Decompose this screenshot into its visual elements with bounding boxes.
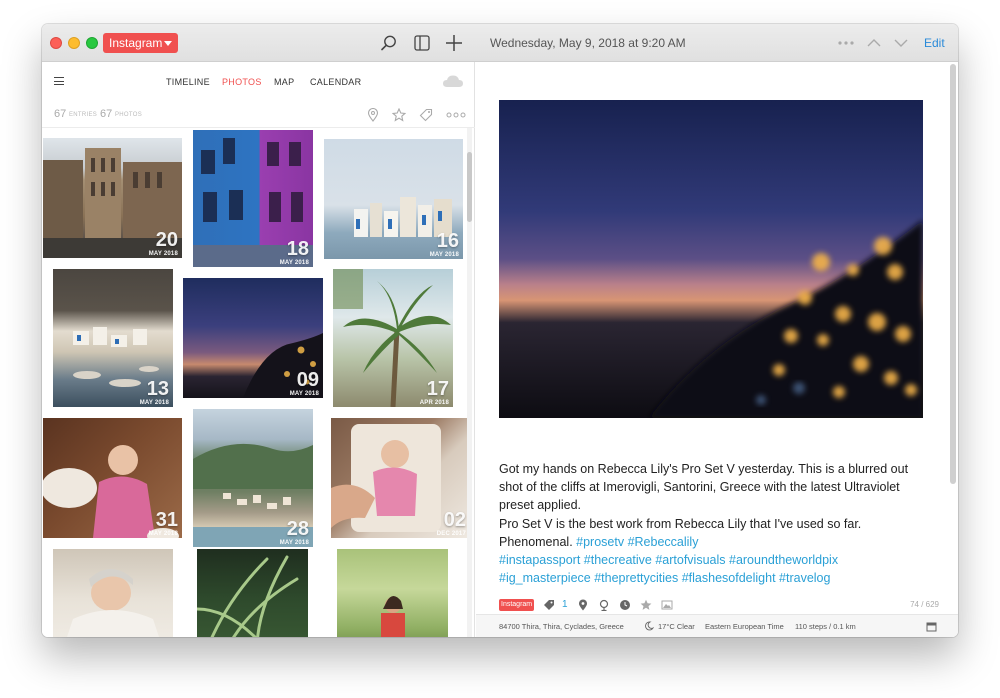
photo-tile[interactable]: 28 MAY 2018 bbox=[193, 409, 313, 547]
plant-leaves-art bbox=[197, 555, 299, 637]
star-icon[interactable] bbox=[640, 599, 652, 611]
photo-day: 31 bbox=[155, 509, 178, 531]
word-count: 74 / 629 bbox=[910, 600, 939, 609]
stats-bar: 67 ENTRIES 67 PHOTOS bbox=[42, 102, 475, 128]
photo-day: 02 bbox=[443, 509, 466, 531]
photo-tile[interactable]: 31 MAY 2018 bbox=[43, 418, 182, 538]
photo-day: 09 bbox=[296, 369, 319, 391]
entry-photo[interactable] bbox=[499, 100, 923, 418]
entry-hashtags-inline[interactable]: #prosetv #Rebeccalily bbox=[576, 535, 698, 549]
blurred-cliffs-photo bbox=[499, 100, 923, 418]
entry-pane: Got my hands on Rebecca Lily's Pro Set V… bbox=[476, 62, 958, 637]
entry-meta-bar: Instagram 1 74 / 629 bbox=[499, 596, 939, 616]
photo-month: MAY 2018 bbox=[148, 251, 178, 257]
entry-hashtags-2[interactable]: #ig_masterpiece #theprettycities #flashe… bbox=[499, 571, 830, 585]
photo-month: MAY 2018 bbox=[279, 540, 309, 546]
photo-day: 28 bbox=[286, 518, 309, 540]
footer-timezone[interactable]: Eastern European Time bbox=[705, 622, 784, 631]
journal-badge[interactable]: Instagram bbox=[499, 599, 535, 611]
woman-outdoors-art bbox=[381, 596, 405, 637]
photo-month: MAY 2018 bbox=[139, 400, 169, 406]
photo-tile[interactable]: 20 MAY 2018 bbox=[43, 138, 182, 258]
photo-tile[interactable]: 17 APR 2018 bbox=[333, 269, 453, 407]
photo-tile[interactable]: 16 MAY 2018 bbox=[324, 139, 463, 259]
zoom-window-button[interactable] bbox=[86, 37, 98, 49]
photo-month: MAY 2018 bbox=[289, 391, 319, 397]
clock-icon[interactable] bbox=[619, 599, 631, 611]
photos-count: 67 bbox=[100, 108, 113, 120]
more-options-icon[interactable] bbox=[837, 34, 855, 52]
tab-timeline[interactable]: TIMELINE bbox=[166, 77, 210, 87]
chevron-up-icon[interactable] bbox=[865, 34, 883, 52]
photo-tile[interactable] bbox=[197, 549, 308, 637]
tab-photos[interactable]: PHOTOS bbox=[222, 77, 262, 87]
photo-month: MAY 2018 bbox=[429, 252, 459, 258]
photo-tile[interactable]: 02 DEC 2017 bbox=[331, 418, 470, 538]
photo-day: 13 bbox=[146, 378, 169, 400]
photo-grid-scrollbar[interactable] bbox=[467, 128, 472, 637]
chevron-down-icon bbox=[164, 41, 172, 46]
photo-month: MAY 2018 bbox=[279, 260, 309, 266]
entries-count: 67 bbox=[54, 108, 67, 120]
entry-date[interactable]: Wednesday, May 9, 2018 at 9:20 AM bbox=[490, 36, 686, 50]
view-tabs: TIMELINE PHOTOS MAP CALENDAR bbox=[42, 62, 475, 102]
photo-month: APR 2018 bbox=[419, 400, 449, 406]
app-window: Instagram Wednesday, May 9, 2018 at 9:20… bbox=[42, 24, 958, 637]
scrollbar-thumb[interactable] bbox=[950, 64, 956, 484]
footer-weather[interactable]: 17°C Clear bbox=[658, 622, 695, 631]
tag-filter-icon[interactable] bbox=[419, 108, 433, 122]
photo-icon[interactable] bbox=[661, 599, 673, 611]
photos-label: PHOTOS bbox=[115, 112, 143, 118]
moon-icon bbox=[645, 621, 654, 631]
newborn-art bbox=[67, 569, 159, 637]
star-filter-icon[interactable] bbox=[392, 108, 406, 122]
journal-selector-label: Instagram bbox=[109, 36, 163, 50]
tab-map[interactable]: MAP bbox=[274, 77, 294, 87]
photo-tile[interactable]: 18 MAY 2018 bbox=[193, 130, 313, 267]
edit-button[interactable]: Edit bbox=[924, 36, 945, 50]
entry-scrollbar[interactable] bbox=[950, 62, 956, 614]
menu-icon[interactable] bbox=[54, 77, 64, 85]
calendar-icon[interactable] bbox=[926, 621, 937, 632]
search-icon[interactable] bbox=[380, 34, 398, 52]
close-window-button[interactable] bbox=[50, 37, 62, 49]
more-filters-icon[interactable] bbox=[446, 108, 466, 122]
footer-location[interactable]: 84700 Thira, Thira, Cyclades, Greece bbox=[499, 622, 624, 631]
photo-day: 20 bbox=[155, 229, 178, 251]
photo-grid: 20 MAY 2018 18 MAY 2018 16 MAY 2018 13 M… bbox=[42, 128, 475, 637]
photo-tile[interactable] bbox=[53, 549, 173, 637]
new-entry-icon[interactable] bbox=[445, 34, 463, 52]
photo-day: 18 bbox=[286, 238, 309, 260]
entry-hashtags-1[interactable]: #instapassport #thecreative #artofvisual… bbox=[499, 553, 838, 567]
tag-count[interactable]: 1 bbox=[562, 599, 568, 610]
cloud-sync-icon[interactable] bbox=[442, 74, 464, 88]
photo-day: 16 bbox=[436, 230, 459, 252]
journal-selector[interactable]: Instagram bbox=[103, 33, 178, 53]
location-filter-icon[interactable] bbox=[366, 108, 380, 122]
entry-body[interactable]: Got my hands on Rebecca Lily's Pro Set V… bbox=[499, 460, 929, 587]
title-bar: Instagram Wednesday, May 9, 2018 at 9:20… bbox=[42, 24, 958, 62]
minimize-window-button[interactable] bbox=[68, 37, 80, 49]
photo-tile[interactable] bbox=[337, 549, 448, 637]
location-icon[interactable] bbox=[577, 599, 589, 611]
photo-tile[interactable]: 13 MAY 2018 bbox=[53, 269, 173, 407]
tab-calendar[interactable]: CALENDAR bbox=[310, 77, 361, 87]
scrollbar-thumb[interactable] bbox=[467, 152, 472, 222]
footer-steps[interactable]: 110 steps / 0.1 km bbox=[795, 622, 856, 631]
photo-month: DEC 2017 bbox=[436, 531, 466, 537]
toggle-sidebar-icon[interactable] bbox=[413, 34, 431, 52]
photo-day: 17 bbox=[426, 378, 449, 400]
entry-footer: 84700 Thira, Thira, Cyclades, Greece 17°… bbox=[476, 614, 958, 637]
photo-tile[interactable]: 09 MAY 2018 bbox=[183, 278, 323, 398]
entry-paragraph-1: Got my hands on Rebecca Lily's Pro Set V… bbox=[499, 462, 909, 513]
photo-month: MAY 2018 bbox=[148, 531, 178, 537]
entries-label: ENTRIES bbox=[69, 112, 98, 118]
chevron-down-icon[interactable] bbox=[892, 34, 910, 52]
weather-icon[interactable] bbox=[598, 599, 610, 611]
tag-icon[interactable] bbox=[543, 599, 555, 611]
left-pane: TIMELINE PHOTOS MAP CALENDAR 67 ENTRIES … bbox=[42, 62, 475, 637]
